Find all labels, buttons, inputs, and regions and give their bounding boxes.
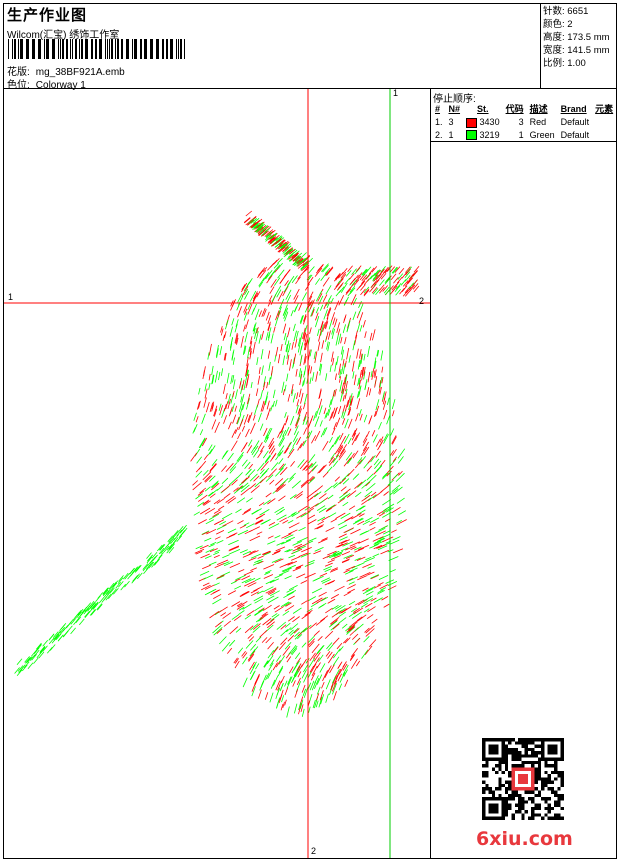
row-stitches: 3430: [463, 116, 503, 129]
guide-label-h-right: 2: [419, 296, 425, 306]
embroidery-preview: [4, 89, 430, 858]
col-header-description: 描述: [529, 104, 548, 114]
stop-sequence-table: # N# St. 代码 描述 Brand 元素 1. 3 3430 3 Red …: [432, 101, 616, 141]
col-header-element: 元素: [595, 104, 614, 114]
table-row: 1. 3 3430 3 Red Default: [432, 116, 616, 129]
col-header-needle: N#: [448, 103, 461, 114]
row-code: 3: [518, 117, 524, 128]
barcode-image: [8, 39, 185, 59]
col-header-brand: Brand: [560, 103, 587, 114]
header-divider: [540, 4, 541, 89]
row-description: Red: [529, 117, 547, 128]
design-height: 高度: 173.5 mm: [543, 32, 610, 43]
stitch-count: 针数: 6651: [543, 6, 589, 17]
table-header-row: # N# St. 代码 描述 Brand 元素: [432, 101, 616, 116]
design-stats: 针数: 6651 颜色: 2 高度: 173.5 mm 宽度: 141.5 mm…: [543, 5, 610, 70]
col-header-stitches: St.: [477, 103, 489, 114]
row-element: [592, 129, 616, 142]
row-index: 1.: [435, 117, 443, 128]
row-element: [592, 116, 616, 129]
watermark-logo: 6xiu.com: [476, 828, 573, 850]
row-index: 2.: [435, 129, 443, 140]
qr-code-image: [482, 738, 564, 820]
row-needle: 3: [448, 117, 454, 128]
panel-divider: [430, 88, 431, 858]
guide-label-v-top: 1: [393, 88, 399, 98]
row-description: Green: [529, 129, 555, 140]
row-needle: 1: [448, 129, 454, 140]
design-scale: 比例: 1.00: [543, 58, 586, 69]
row-stitches: 3219: [463, 129, 503, 142]
design-width: 宽度: 141.5 mm: [543, 45, 610, 56]
page-title: 生产作业图: [7, 7, 88, 24]
col-header-index: #: [435, 103, 441, 114]
guide-label-h-left: 1: [8, 292, 14, 302]
col-header-code: 代码: [505, 104, 524, 114]
row-brand: Default: [560, 117, 590, 128]
header-left: 生产作业图 Wilcom(汇宝) 绣饰工作室 花版: mg_38BF921A.em…: [4, 4, 540, 91]
stitch-pattern: [14, 210, 420, 718]
row-brand: Default: [560, 129, 590, 140]
table-row: 2. 1 3219 1 Green Default: [432, 129, 616, 142]
row-code: 1: [518, 129, 524, 140]
table-bottom-rule: [431, 141, 616, 142]
guide-label-v-bottom: 2: [311, 846, 317, 856]
stitch-value: 3219: [479, 129, 500, 140]
stitch-value: 3430: [479, 117, 500, 127]
color-count: 颜色: 2: [543, 19, 573, 30]
color-swatch: [466, 117, 478, 128]
color-swatch: [466, 130, 478, 141]
